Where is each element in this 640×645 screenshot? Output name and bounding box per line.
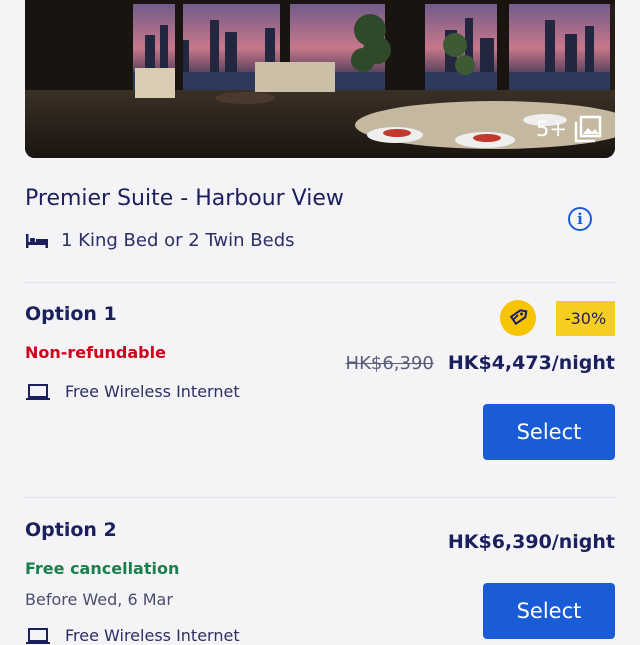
option-2-policy: Free cancellation [25,559,180,578]
current-price: HK$6,390/night [447,531,615,553]
option-2-amenity: Free Wireless Internet [25,626,240,645]
bed-icon [26,233,48,248]
bed-configuration-text: 1 King Bed or 2 Twin Beds [61,230,295,251]
photo-count-label: 5+ [536,117,567,141]
bed-configuration: 1 King Bed or 2 Twin Beds [25,230,295,251]
select-option-1-button[interactable]: Select [483,404,615,460]
original-price: HK$6,390 [345,353,434,374]
gallery-icon [574,115,602,143]
option-1-title: Option 1 [25,303,117,325]
room-photo[interactable]: 5+ [25,0,615,158]
option-2-price: HK$6,390/night [448,531,615,553]
amenity-label: Free Wireless Internet [65,382,240,401]
cancellation-deadline: Before Wed, 6 Mar [25,590,173,609]
option-2-title: Option 2 [25,519,117,541]
select-option-2-button[interactable]: Select [483,583,615,639]
option-1-amenity: Free Wireless Internet [25,382,240,401]
discount-badge: -30% [556,301,615,336]
laptop-icon [26,627,50,644]
option-1-price: HK$6,390 HK$4,473/night [346,352,615,374]
divider [25,282,615,283]
photo-count[interactable]: 5+ [536,114,603,144]
amenity-label: Free Wireless Internet [65,626,240,645]
current-price: HK$4,473/night [447,352,615,374]
room-title: Premier Suite - Harbour View [25,186,344,211]
price-tag-icon [500,300,536,336]
divider [25,497,615,498]
room-photo-illustration [25,0,615,158]
laptop-icon [26,383,50,400]
option-1-policy: Non-refundable [25,343,166,362]
info-icon[interactable]: i [568,207,592,231]
